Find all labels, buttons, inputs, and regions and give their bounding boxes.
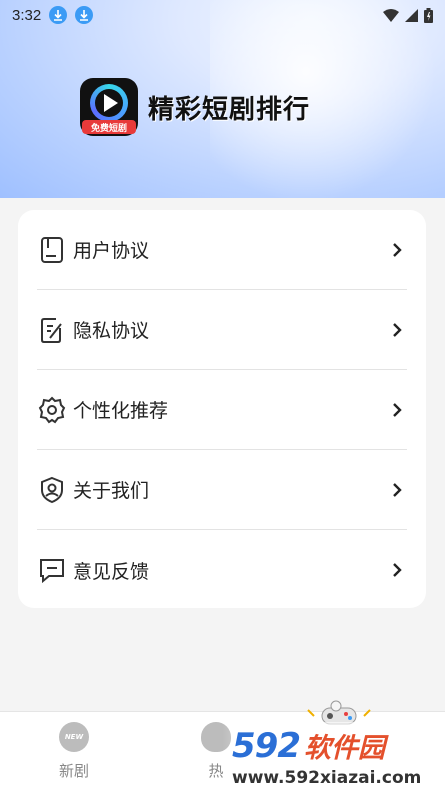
logo-tag: 免费短剧 <box>82 120 136 134</box>
signal-icon <box>405 8 418 22</box>
menu-item-feedback[interactable]: 意见反馈 <box>37 530 407 610</box>
watermark-number: 592 <box>232 726 301 766</box>
tab-new-dramas[interactable]: NEW 新剧 <box>24 722 124 788</box>
menu-item-label: 关于我们 <box>73 480 150 502</box>
menu-item-label: 用户协议 <box>73 240 150 262</box>
app-brand: 免费短剧 精彩短剧排行 <box>80 78 310 136</box>
download-icon <box>75 6 94 24</box>
download-icon <box>49 6 68 24</box>
menu-item-label: 隐私协议 <box>73 320 150 342</box>
edit-document-icon <box>37 315 67 345</box>
menu-item-label: 意见反馈 <box>73 560 150 583</box>
battery-icon <box>424 7 433 23</box>
header-banner: 3:32 免费短剧 精彩短剧排行 <box>0 0 445 198</box>
app-logo: 免费短剧 <box>80 78 138 136</box>
chevron-right-icon <box>387 400 407 420</box>
menu-item-label: 个性化推荐 <box>73 400 169 422</box>
menu-item-user-agreement[interactable]: 用户协议 <box>37 210 407 290</box>
chevron-right-icon <box>387 480 407 500</box>
new-badge-icon: NEW <box>59 722 89 752</box>
watermark-url: www.592xiazai.com <box>232 768 422 788</box>
settings-menu: 用户协议 隐私协议 个性化推荐 关于我们 意见反馈 <box>18 210 426 608</box>
message-icon <box>37 555 67 585</box>
chevron-right-icon <box>387 560 407 580</box>
status-bar: 3:32 <box>0 0 445 30</box>
watermark-text: 软件园 <box>303 733 385 764</box>
status-time: 3:32 <box>12 6 42 24</box>
chevron-right-icon <box>387 320 407 340</box>
wifi-icon <box>383 8 399 22</box>
gear-icon <box>37 395 67 425</box>
shield-user-icon <box>37 475 67 505</box>
app-title: 精彩短剧排行 <box>148 94 311 125</box>
menu-item-about-us[interactable]: 关于我们 <box>37 450 407 530</box>
tab-label: 新剧 <box>58 762 89 780</box>
menu-item-privacy[interactable]: 隐私协议 <box>37 290 407 370</box>
document-icon <box>37 235 67 265</box>
watermark: 592 软件园 www.592xiazai.com <box>222 722 445 791</box>
chevron-right-icon <box>387 240 407 260</box>
play-icon <box>104 94 118 112</box>
menu-item-personalization[interactable]: 个性化推荐 <box>37 370 407 450</box>
